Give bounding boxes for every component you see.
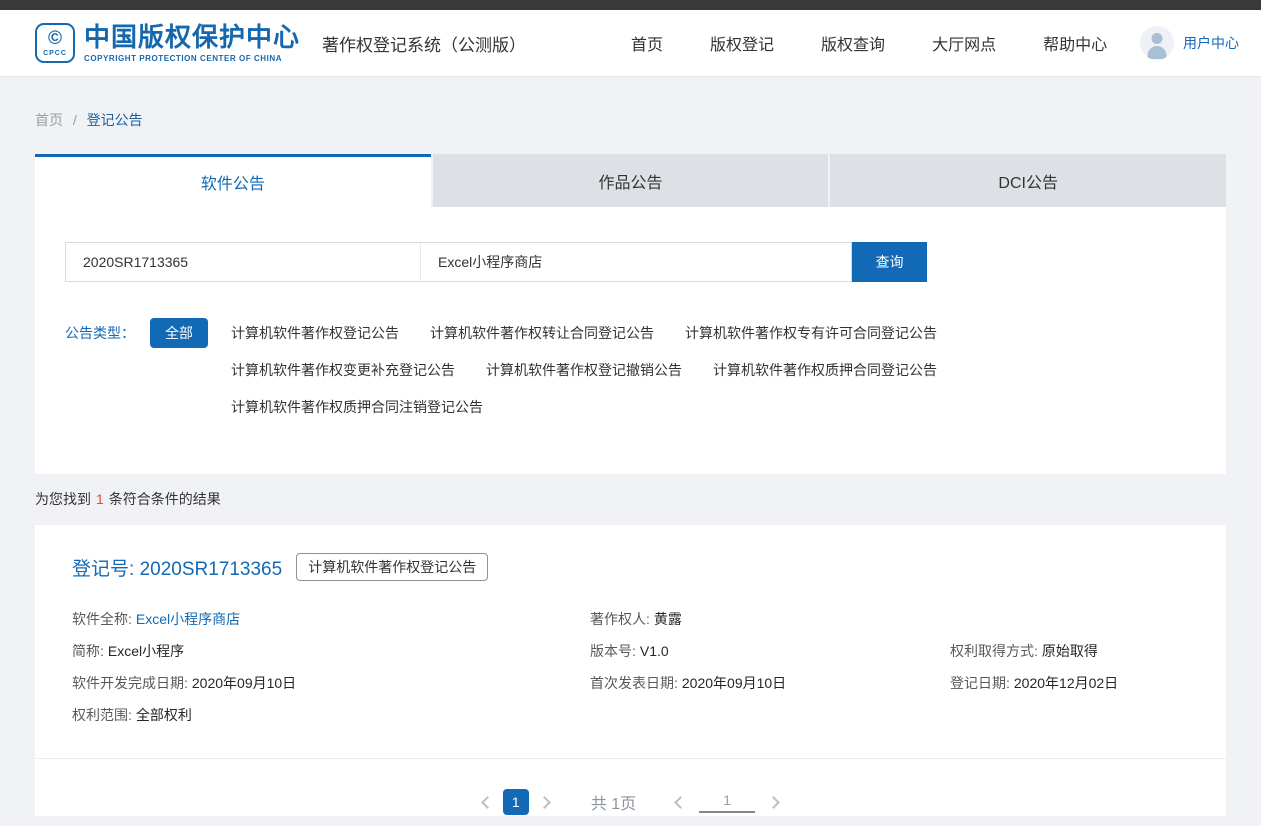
logo-text: 中国版权保护中心 COPYRIGHT PROTECTION CENTER OF … [84, 24, 300, 63]
field-dev-complete-date: 软件开发完成日期:2020年09月10日 [72, 673, 590, 693]
result-header: 登记号: 2020SR1713365 计算机软件著作权登记公告 [35, 553, 1226, 581]
result-summary-suffix: 条符合条件的结果 [109, 491, 221, 507]
result-fields: 软件全称:Excel小程序商店 著作权人:黄露 简称:Excel小程序 版本号:… [35, 581, 1226, 725]
top-dark-strip [0, 0, 1261, 10]
field-short-name: 简称:Excel小程序 [72, 641, 590, 661]
breadcrumb-separator: / [73, 112, 77, 128]
field-right-acquisition: 权利取得方式:原始取得 [950, 641, 1189, 661]
filter-option-pledge-contract[interactable]: 计算机软件著作权质押合同登记公告 [713, 355, 937, 385]
result-summary-prefix: 为您找到 [35, 491, 91, 507]
search-button[interactable]: 查询 [852, 242, 927, 282]
page-jump-input[interactable] [699, 792, 755, 813]
jump-prev-button[interactable] [674, 796, 687, 809]
current-page-button[interactable]: 1 [503, 789, 529, 815]
filter-option-pledge-cancellation[interactable]: 计算机软件著作权质押合同注销登记公告 [231, 392, 483, 422]
jump-next-button[interactable] [767, 796, 780, 809]
filter-option-change-supplement[interactable]: 计算机软件著作权变更补充登记公告 [231, 355, 455, 385]
nav-item-copyright-register[interactable]: 版权登记 [710, 31, 774, 55]
breadcrumb-current: 登记公告 [87, 112, 143, 128]
breadcrumb: 首页 / 登记公告 [35, 77, 1226, 154]
copyright-symbol: © [48, 29, 62, 48]
nav-item-home[interactable]: 首页 [631, 31, 663, 55]
field-right-scope: 权利范围:全部权利 [72, 705, 590, 725]
software-name-link[interactable]: Excel小程序商店 [136, 611, 240, 627]
filter-option-revocation[interactable]: 计算机软件著作权登记撤销公告 [486, 355, 682, 385]
search-filter-body: 查询 公告类型： 全部 计算机软件著作权登记公告 计算机软件著作权转让合同登记公… [35, 207, 1226, 474]
registration-number-title[interactable]: 登记号: 2020SR1713365 [72, 554, 282, 581]
filter-type-label: 公告类型： [65, 318, 150, 348]
field-registration-date: 登记日期:2020年12月02日 [950, 673, 1189, 693]
filter-option-transfer-contract[interactable]: 计算机软件著作权转让合同登记公告 [430, 318, 654, 348]
field-version: 版本号:V1.0 [590, 641, 950, 661]
announcement-type-badge: 计算机软件著作权登记公告 [296, 553, 488, 581]
logo-title-cn: 中国版权保护中心 [84, 24, 300, 50]
search-row: 查询 [65, 242, 1196, 282]
tab-dci-announcement[interactable]: DCI公告 [830, 154, 1226, 207]
filter-option-registration[interactable]: 计算机软件著作权登记公告 [231, 318, 399, 348]
filter-option-exclusive-license[interactable]: 计算机软件著作权专有许可合同登记公告 [685, 318, 937, 348]
field-first-publish-date: 首次发表日期:2020年09月10日 [590, 673, 950, 693]
pagination: 1 共 1页 [35, 759, 1226, 826]
search-box [65, 242, 852, 282]
filter-all-chip[interactable]: 全部 [150, 318, 208, 348]
site-header: © CPCC 中国版权保护中心 COPYRIGHT PROTECTION CEN… [0, 10, 1261, 77]
tab-software-announcement[interactable]: 软件公告 [35, 154, 431, 207]
prev-page-button[interactable] [481, 796, 494, 809]
result-summary: 为您找到 1 条符合条件的结果 [35, 474, 1226, 525]
field-software-full-name: 软件全称:Excel小程序商店 [72, 609, 590, 629]
announcement-tabs: 软件公告 作品公告 DCI公告 [35, 154, 1226, 207]
registration-no-input[interactable] [66, 243, 420, 281]
logo-title-en: COPYRIGHT PROTECTION CENTER OF CHINA [84, 54, 300, 63]
next-page-button[interactable] [538, 796, 551, 809]
system-title: 著作权登记系统（公测版） [322, 31, 526, 56]
software-name-input[interactable] [421, 243, 851, 281]
copyright-logo-icon: © CPCC [35, 23, 75, 63]
nav-item-copyright-query[interactable]: 版权查询 [821, 31, 885, 55]
result-card: 登记号: 2020SR1713365 计算机软件著作权登记公告 软件全称:Exc… [35, 525, 1226, 816]
total-pages-label: 共 1页 [591, 790, 636, 814]
filter-section: 公告类型： 全部 计算机软件著作权登记公告 计算机软件著作权转让合同登记公告 计… [65, 318, 1196, 422]
result-count: 1 [96, 491, 104, 507]
cpcc-caption: CPCC [43, 50, 67, 57]
cpcc-logo[interactable]: © CPCC 中国版权保护中心 COPYRIGHT PROTECTION CEN… [35, 23, 300, 63]
nav-item-hall-locations[interactable]: 大厅网点 [932, 31, 996, 55]
main-nav: 首页 版权登记 版权查询 大厅网点 帮助中心 [631, 31, 1107, 55]
tab-work-announcement[interactable]: 作品公告 [433, 154, 829, 207]
user-center-button[interactable]: 用户中心 [1140, 26, 1239, 60]
announcement-panel: 软件公告 作品公告 DCI公告 查询 公告类型： 全部 计算机软件著作权登记公告… [35, 154, 1226, 474]
field-copyright-owner: 著作权人:黄露 [590, 609, 950, 629]
nav-item-help-center[interactable]: 帮助中心 [1043, 31, 1107, 55]
user-center-label: 用户中心 [1183, 33, 1239, 53]
user-avatar-icon [1140, 26, 1174, 60]
breadcrumb-home[interactable]: 首页 [35, 112, 63, 128]
filter-options: 计算机软件著作权登记公告 计算机软件著作权转让合同登记公告 计算机软件著作权专有… [231, 318, 1196, 422]
